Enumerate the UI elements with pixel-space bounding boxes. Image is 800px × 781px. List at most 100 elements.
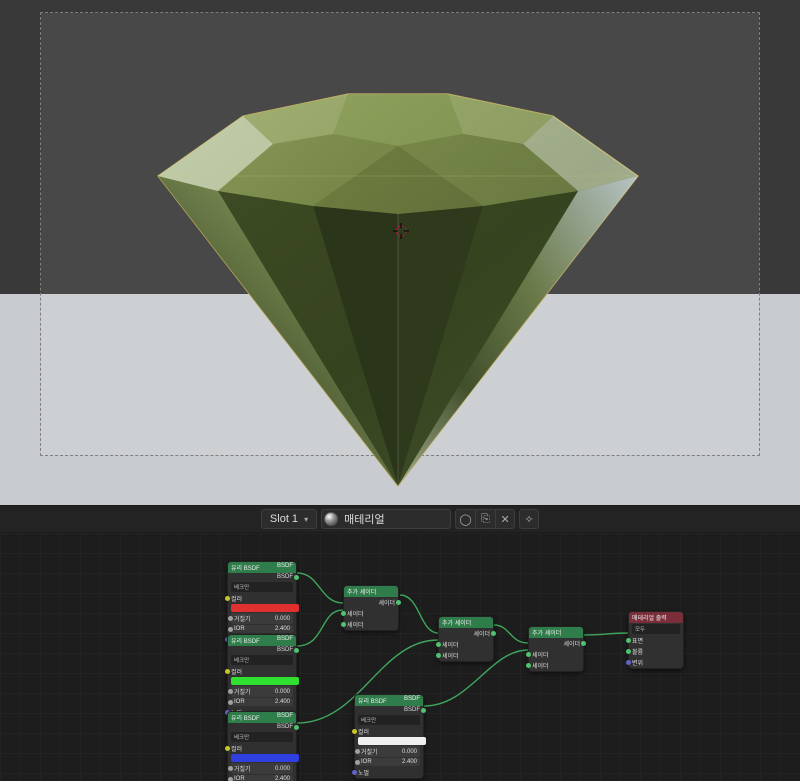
pin-button[interactable]: ✧ [519,509,539,529]
socket-in-shader-1[interactable] [436,642,441,647]
shader-node-editor[interactable]: 유리 BSDF BSDF BSDF 베크만 컬러 거칠기 0.000 IOR 2.40… [0,533,800,781]
socket-in-shader-2[interactable] [436,653,441,658]
node-glass-bsdf-blue[interactable]: 유리 BSDFBSDF BSDF 베크만 컬러 거칠기0.000 IOR2.40… [227,711,297,781]
label-roughness: 거칠기 [234,687,251,696]
output-target-dropdown[interactable]: 모두 [632,624,680,634]
value-roughness[interactable]: 0.000 [275,616,290,622]
socket-in-surface[interactable] [626,638,631,643]
distribution-dropdown[interactable]: 베크만 [231,582,293,592]
socket-in-normal[interactable] [352,770,357,775]
socket-out-shader[interactable] [491,631,496,636]
material-preview-icon [324,512,338,526]
socket-label-out: 셰이더 [378,598,395,607]
node-add-shader-2[interactable]: 추가 셰이더 셰이더 셰이더 셰이더 [438,616,494,662]
node-title: 매테리얼 출력 [632,613,667,622]
socket-label-bsdf: BSDF [277,647,293,653]
socket-in-displacement[interactable] [626,660,631,665]
socket-label-out: 셰이더 [473,629,490,638]
distribution-dropdown[interactable]: 베크만 [231,655,293,665]
distribution-dropdown[interactable]: 베크만 [358,715,420,725]
chevron-down-icon: ▾ [304,515,308,524]
color-swatch-white[interactable] [358,737,426,745]
node-add-shader-3[interactable]: 추가 셰이더 셰이더 셰이더 셰이더 [528,626,584,672]
unlink-material-button[interactable]: ✕ [495,509,515,529]
node-subtitle: BSDF [277,636,293,645]
socket-out-shader[interactable] [421,708,426,713]
node-title: 추가 셰이더 [347,587,376,596]
node-add-shader-1[interactable]: 추가 셰이더 셰이더 셰이더 셰이더 [343,585,399,631]
socket-in-shader-1[interactable] [526,652,531,657]
color-swatch-blue[interactable] [231,754,299,762]
label-shader-1: 셰이더 [442,640,459,649]
node-title: 유리 BSDF [358,696,387,705]
node-title: 유리 BSDF [231,636,260,645]
label-shader-2: 셰이더 [347,620,364,629]
socket-in-ior[interactable] [228,700,233,705]
label-roughness: 거칠기 [361,747,378,756]
material-actions-group: ◯ ⎘ ✕ [455,509,515,529]
label-roughness: 거칠기 [234,764,251,773]
socket-in-color[interactable] [352,729,357,734]
label-roughness: 거칠기 [234,614,251,623]
close-icon: ✕ [500,513,509,526]
copy-icon: ⎘ [481,513,490,526]
socket-in-roughness[interactable] [228,616,233,621]
socket-in-shader-1[interactable] [341,611,346,616]
socket-in-ior[interactable] [228,777,233,781]
distribution-dropdown[interactable]: 베크만 [231,732,293,742]
value-ior[interactable]: 2.400 [275,626,290,632]
socket-in-roughness[interactable] [355,749,360,754]
node-title: 유리 BSDF [231,563,260,572]
label-volume: 볼륨 [632,647,643,656]
pin-icon: ✧ [524,513,533,526]
duplicate-material-button[interactable]: ⎘ [475,509,495,529]
node-glass-bsdf-green[interactable]: 유리 BSDFBSDF BSDF 베크만 컬러 거칠기0.000 IOR2.40… [227,634,297,719]
socket-in-volume[interactable] [626,649,631,654]
node-subtitle: BSDF [404,696,420,705]
socket-in-color[interactable] [225,746,230,751]
socket-label-bsdf: BSDF [404,707,420,713]
value-ior[interactable]: 2.400 [402,759,417,765]
socket-in-shader-2[interactable] [341,622,346,627]
label-surface: 표면 [632,636,643,645]
material-name-field[interactable]: 매테리얼 [321,509,451,529]
value-roughness[interactable]: 0.000 [275,689,290,695]
label-ior: IOR [234,626,245,632]
value-ior[interactable]: 2.400 [275,699,290,705]
socket-label-out: 셰이더 [563,639,580,648]
socket-out-shader[interactable] [294,648,299,653]
label-ior: IOR [361,759,372,765]
color-swatch-green[interactable] [231,677,299,685]
label-normal: 노멀 [358,768,369,777]
socket-in-roughness[interactable] [228,689,233,694]
value-ior[interactable]: 2.400 [275,776,290,781]
node-subtitle: BSDF [277,713,293,722]
socket-in-ior[interactable] [228,627,233,632]
socket-out-shader[interactable] [396,600,401,605]
fake-user-button[interactable]: ◯ [455,509,475,529]
label-displacement: 변위 [632,658,643,667]
socket-out-shader[interactable] [581,641,586,646]
label-color: 컬러 [231,744,242,753]
socket-label-bsdf: BSDF [277,724,293,730]
material-header: Slot 1 ▾ 매테리얼 ◯ ⎘ ✕ ✧ [0,505,800,533]
node-glass-bsdf-white[interactable]: 유리 BSDFBSDF BSDF 베크만 컬러 거칠기0.000 IOR2.40… [354,694,424,779]
viewport-3d[interactable] [0,0,800,505]
socket-out-shader[interactable] [294,725,299,730]
node-subtitle: BSDF [277,563,293,572]
material-name-label: 매테리얼 [344,511,384,527]
value-roughness[interactable]: 0.000 [275,766,290,772]
socket-out-shader[interactable] [294,575,299,580]
material-slot-dropdown[interactable]: Slot 1 ▾ [261,509,317,529]
socket-in-color[interactable] [225,669,230,674]
socket-in-roughness[interactable] [228,766,233,771]
node-material-output[interactable]: 매테리얼 출력 모두 표면 볼륨 변위 [628,611,684,669]
label-shader-2: 셰이더 [442,651,459,660]
socket-in-color[interactable] [225,596,230,601]
camera-frame [41,13,759,455]
socket-in-ior[interactable] [355,760,360,765]
socket-in-shader-2[interactable] [526,663,531,668]
value-roughness[interactable]: 0.000 [402,749,417,755]
label-shader-1: 셰이더 [347,609,364,618]
color-swatch-red[interactable] [231,604,299,612]
